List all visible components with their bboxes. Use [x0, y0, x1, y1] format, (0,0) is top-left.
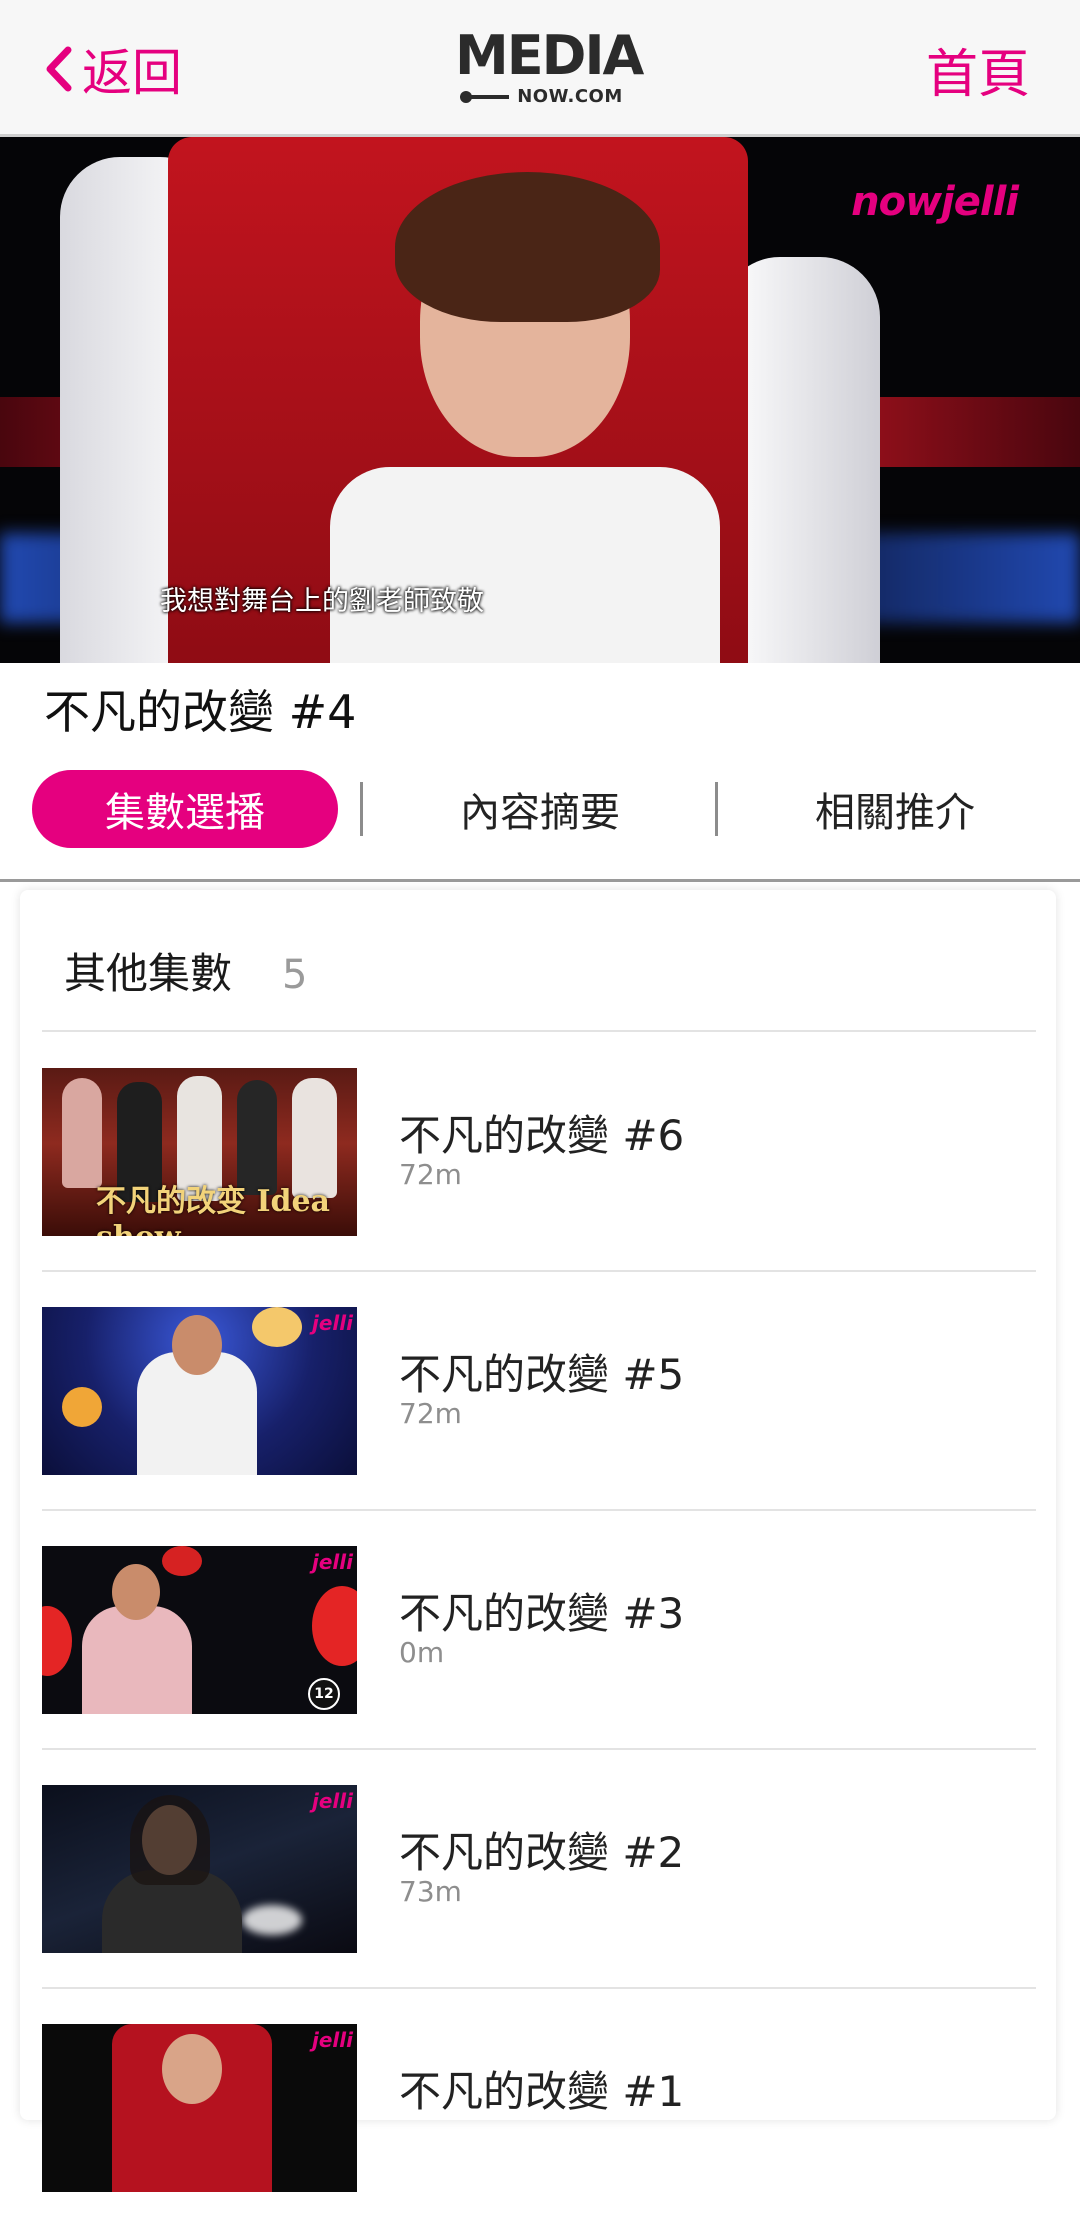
- episode-title: 不凡的改變 #4: [44, 685, 357, 739]
- thumbnail-watermark: jelli: [312, 1789, 353, 1813]
- logo-main-text: MEDIA: [455, 24, 644, 87]
- tab-bar: 集數選播 內容摘要 相關推介: [0, 764, 1080, 882]
- thumbnail-watermark: jelli: [312, 1311, 353, 1335]
- episode-list-item[interactable]: 12 jelli 不凡的改變 #3 0m: [42, 1510, 1036, 1748]
- age-rating-badge: 12: [308, 1678, 340, 1710]
- channel-watermark: nowjelli: [851, 179, 1019, 225]
- thumbnail-watermark: jelli: [312, 2028, 353, 2052]
- episode-item-duration: 73m: [399, 1875, 462, 1908]
- tab-separator: [715, 782, 718, 836]
- episode-list-item[interactable]: 不凡的改变 Idea show 不凡的改變 #6 72m: [42, 1032, 1036, 1270]
- episode-item-duration: 72m: [399, 1397, 462, 1430]
- thumbnail-title-art: 不凡的改变 Idea show: [96, 1184, 330, 1236]
- episode-count: 5: [282, 952, 308, 998]
- tab-episodes[interactable]: 集數選播: [32, 770, 338, 848]
- tab-summary[interactable]: 內容摘要: [380, 770, 700, 848]
- episode-thumbnail: jelli: [42, 1785, 357, 1953]
- tab-related[interactable]: 相關推介: [730, 770, 1060, 848]
- tab-separator: [360, 782, 363, 836]
- episode-list-item[interactable]: jelli 不凡的改變 #1: [42, 1988, 1036, 2226]
- back-label: 返回: [82, 44, 182, 102]
- episode-thumbnail: jelli: [42, 2024, 357, 2192]
- episode-item-duration: 0m: [399, 1636, 445, 1669]
- thumbnail-watermark: jelli: [312, 1550, 353, 1574]
- episode-item-title: 不凡的改變 #6: [399, 1111, 685, 1160]
- episode-list-item[interactable]: jelli 不凡的改變 #5 72m: [42, 1271, 1036, 1509]
- episode-item-title: 不凡的改變 #2: [399, 1828, 685, 1877]
- episode-thumbnail: jelli: [42, 1307, 357, 1475]
- video-player[interactable]: nowjelli 我想對舞台上的劉老師致敬: [0, 137, 1080, 663]
- episode-item-title: 不凡的改變 #1: [399, 2067, 685, 2116]
- episode-list-item[interactable]: jelli 不凡的改變 #2 73m: [42, 1749, 1036, 1987]
- home-button[interactable]: 首頁: [926, 34, 1030, 105]
- episode-list-heading: 其他集數: [64, 949, 233, 998]
- episode-item-title: 不凡的改變 #5: [399, 1350, 685, 1399]
- top-nav-bar: 返回 MEDIA NOW.COM 首頁: [0, 0, 1080, 137]
- person-hair-decoration: [395, 172, 660, 322]
- person-body-decoration: [330, 467, 720, 663]
- episode-thumbnail: 12 jelli: [42, 1546, 357, 1714]
- episode-item-duration: 72m: [399, 1158, 462, 1191]
- episode-item-title: 不凡的改變 #3: [399, 1589, 685, 1638]
- back-button[interactable]: 返回: [42, 34, 182, 104]
- episode-thumbnail: 不凡的改变 Idea show: [42, 1068, 357, 1236]
- medianow-logo[interactable]: MEDIA NOW.COM: [455, 24, 644, 108]
- video-subtitle: 我想對舞台上的劉老師致敬: [160, 586, 484, 617]
- logo-sub-text: NOW.COM: [517, 86, 623, 107]
- episode-list-header: 其他集數 5: [64, 940, 307, 1001]
- chevron-left-icon: [46, 46, 72, 92]
- logo-line-dot-icon: [460, 90, 510, 103]
- episode-list-panel: 其他集數 5 不凡的改变 Idea show 不凡的改變 #6 72m jell…: [20, 890, 1056, 2192]
